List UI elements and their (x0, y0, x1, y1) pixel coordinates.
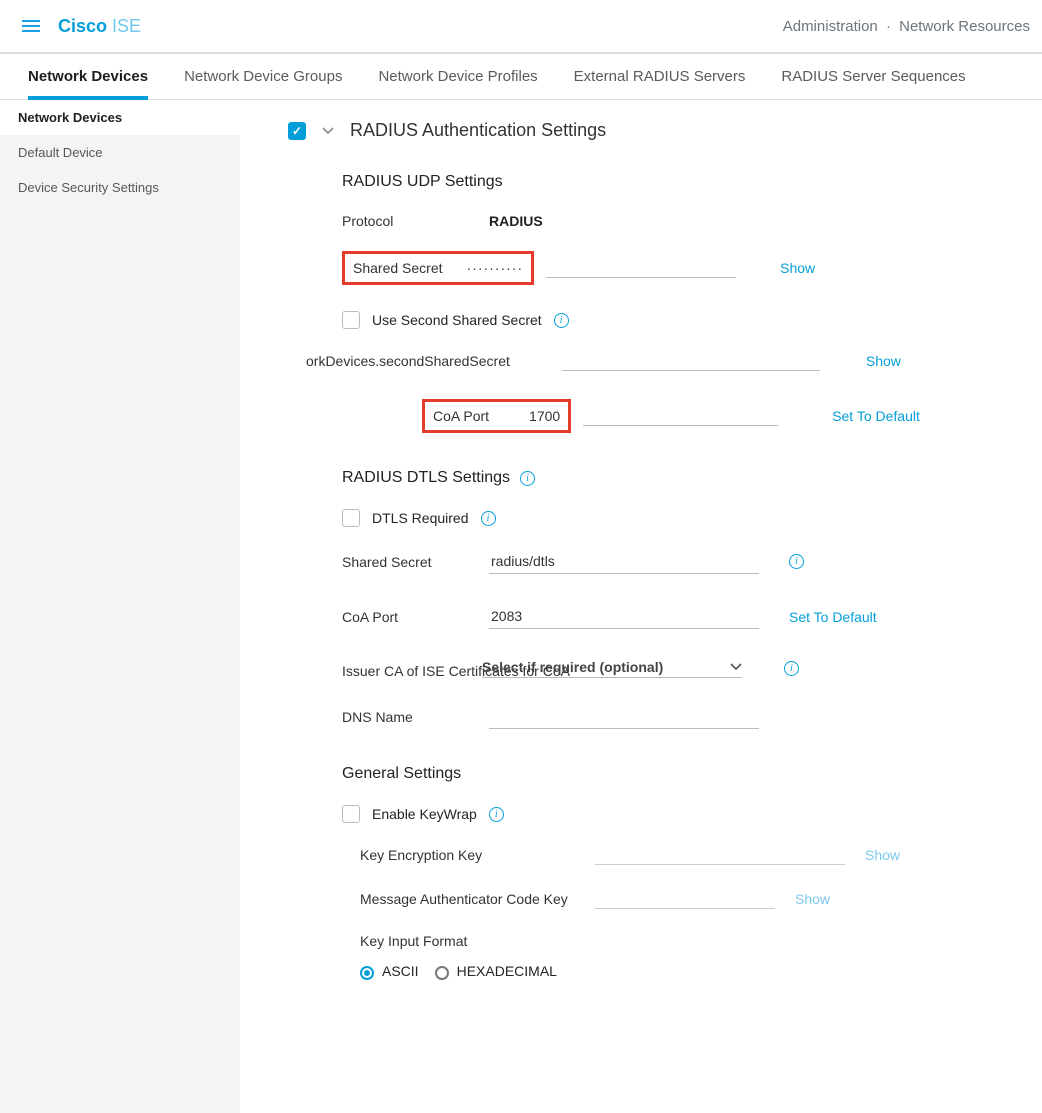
radio-unselected-icon (435, 966, 449, 980)
sidebar-item-network-devices[interactable]: Network Devices (0, 100, 240, 135)
second-secret-input[interactable] (562, 351, 820, 371)
tab-network-device-groups[interactable]: Network Device Groups (184, 54, 342, 99)
radius-dtls-title: RADIUS DTLS Settings (342, 469, 510, 487)
coa-set-default-link[interactable]: Set To Default (832, 408, 920, 424)
info-icon[interactable]: i (789, 554, 804, 569)
shared-secret-input-underline[interactable] (546, 258, 736, 278)
dns-name-row: DNS Name (342, 704, 1042, 729)
second-secret-row: orkDevices.secondSharedSecret Show (324, 351, 1042, 371)
second-secret-truncated: orkDevices.secondSharedSecret (306, 353, 510, 369)
section-title-radius-auth: RADIUS Authentication Settings (350, 120, 606, 141)
tab-radius-server-sequences[interactable]: RADIUS Server Sequences (781, 54, 965, 99)
coa-port-row: CoA Port 1700 Set To Default (422, 399, 1042, 433)
tab-network-devices[interactable]: Network Devices (28, 54, 148, 99)
dtls-coa-port-label: CoA Port (342, 609, 477, 625)
mac-key-input[interactable] (595, 889, 775, 909)
key-encryption-key-row: Key Encryption Key Show (360, 845, 1042, 865)
tab-external-radius-servers[interactable]: External RADIUS Servers (574, 54, 746, 99)
enable-keywrap-label: Enable KeyWrap (372, 806, 477, 822)
mac-key-label: Message Authenticator Code Key (360, 891, 575, 907)
top-header: Cisco ISE Administration · Network Resou… (0, 0, 1042, 54)
dtls-shared-secret-row: Shared Secret i (342, 549, 1042, 574)
radius-udp-title: RADIUS UDP Settings (342, 173, 1042, 191)
use-second-secret-checkbox[interactable] (342, 311, 360, 329)
sidebar-item-device-security-settings[interactable]: Device Security Settings (0, 170, 240, 205)
shared-secret-value[interactable]: ·········· (467, 260, 524, 276)
mac-key-row: Message Authenticator Code Key Show (360, 889, 1042, 909)
chevron-down-icon[interactable] (320, 123, 336, 139)
key-encryption-key-input[interactable] (595, 845, 845, 865)
key-encryption-key-label: Key Encryption Key (360, 847, 575, 863)
kek-show-link[interactable]: Show (865, 847, 900, 863)
mack-show-link[interactable]: Show (795, 891, 830, 907)
info-icon[interactable]: i (784, 661, 799, 676)
brand-cisco: Cisco (58, 16, 107, 36)
coa-port-input-underline[interactable] (583, 406, 778, 426)
shared-secret-row: Shared Secret ·········· Show (342, 251, 1042, 285)
dns-name-input[interactable] (489, 704, 759, 729)
breadcrumb-item-2: Network Resources (899, 18, 1030, 35)
shared-secret-label: Shared Secret (353, 260, 443, 276)
dtls-coa-port-input[interactable] (489, 604, 759, 629)
dtls-coa-port-row: CoA Port Set To Default (342, 604, 1042, 629)
key-input-format-ascii[interactable]: ASCII (360, 963, 419, 979)
brand-ise: ISE (112, 16, 141, 36)
info-icon[interactable]: i (520, 471, 535, 486)
dtls-shared-secret-label: Shared Secret (342, 554, 477, 570)
dns-name-label: DNS Name (342, 709, 477, 725)
protocol-label: Protocol (342, 213, 477, 229)
enable-keywrap-row: Enable KeyWrap i (342, 805, 1042, 823)
issuer-ca-row: Issuer CA of ISE Certificates for CoA Se… (342, 659, 1042, 678)
general-settings-section: General Settings Enable KeyWrap i Key En… (342, 765, 1042, 979)
breadcrumb-item-1: Administration (783, 18, 878, 35)
info-icon[interactable]: i (489, 807, 504, 822)
tab-bar: Network Devices Network Device Groups Ne… (0, 54, 1042, 100)
second-secret-show-link[interactable]: Show (866, 353, 901, 369)
radius-udp-section: RADIUS UDP Settings Protocol RADIUS Shar… (342, 173, 1042, 433)
tab-network-device-profiles[interactable]: Network Device Profiles (378, 54, 537, 99)
sidebar: Network Devices Default Device Device Se… (0, 100, 240, 1113)
sidebar-item-default-device[interactable]: Default Device (0, 135, 240, 170)
issuer-ca-select[interactable]: Select if required (optional) (482, 659, 742, 678)
key-input-format-hex[interactable]: HEXADECIMAL (435, 963, 557, 979)
breadcrumb-separator: · (886, 18, 891, 35)
radius-dtls-section: RADIUS DTLS Settings i DTLS Required i S… (342, 469, 1042, 729)
main-content: RADIUS Authentication Settings RADIUS UD… (240, 100, 1042, 1113)
info-icon[interactable]: i (554, 313, 569, 328)
dtls-shared-secret-input[interactable] (489, 549, 759, 574)
brand: Cisco ISE (58, 16, 141, 37)
coa-port-value[interactable]: 1700 (529, 408, 560, 424)
radius-auth-section-header: RADIUS Authentication Settings (288, 120, 1042, 141)
shared-secret-show-link[interactable]: Show (780, 260, 815, 276)
info-icon[interactable]: i (481, 511, 496, 526)
general-settings-title: General Settings (342, 765, 1042, 783)
dtls-required-checkbox[interactable] (342, 509, 360, 527)
protocol-row: Protocol RADIUS (342, 213, 1042, 229)
dtls-required-label: DTLS Required (372, 510, 469, 526)
issuer-ca-placeholder: Select if required (optional) (482, 659, 730, 675)
shared-secret-highlight: Shared Secret ·········· (342, 251, 534, 285)
protocol-value: RADIUS (489, 213, 543, 229)
radius-auth-checkbox[interactable] (288, 122, 306, 140)
radio-selected-icon (360, 966, 374, 980)
use-second-secret-row: Use Second Shared Secret i (342, 311, 1042, 329)
dtls-coa-set-default-link[interactable]: Set To Default (789, 609, 877, 625)
coa-port-highlight: CoA Port 1700 (422, 399, 571, 433)
key-input-format-label: Key Input Format (360, 933, 1042, 949)
breadcrumb: Administration · Network Resources (783, 18, 1030, 35)
coa-port-label: CoA Port (433, 408, 489, 424)
dtls-required-row: DTLS Required i (342, 509, 1042, 527)
menu-icon[interactable] (22, 20, 40, 32)
enable-keywrap-checkbox[interactable] (342, 805, 360, 823)
chevron-down-icon (730, 661, 742, 673)
use-second-secret-label: Use Second Shared Secret (372, 312, 542, 328)
